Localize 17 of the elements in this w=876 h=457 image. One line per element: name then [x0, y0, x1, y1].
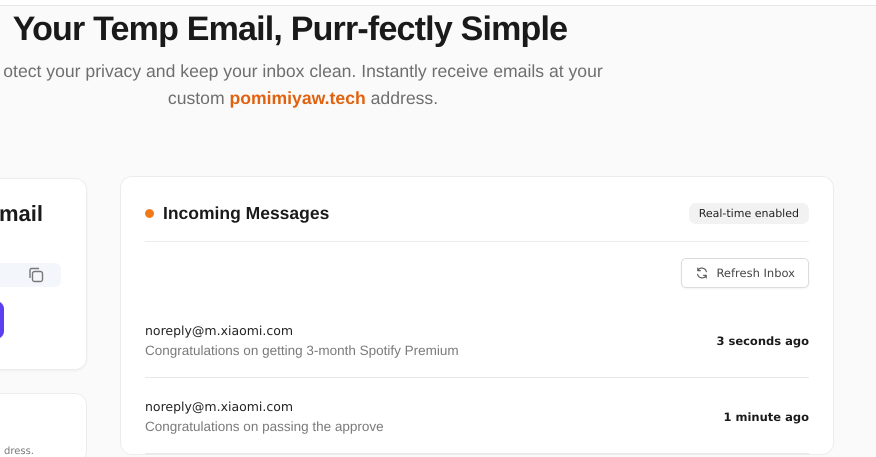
- message-subject: Congratulations on passing the approve: [145, 419, 384, 434]
- message-sender: noreply@m.xiaomi.com: [145, 399, 294, 414]
- page-title: Your Temp Email, Purr-fectly Simple: [12, 9, 568, 50]
- page-subtitle: otect your privacy and keep your inbox clean. Instantly receive emails at your custom pomimiyaw.tech address.: [2, 60, 604, 110]
- message-sender: noreply@m.xiaomi.com: [145, 323, 294, 338]
- refresh-button[interactable]: Refresh Inbox: [681, 258, 809, 288]
- message-row[interactable]: noreply@m.xiaomi.com Congratulations on passing the approve 1 minute ago: [145, 378, 809, 454]
- message-time: 1 minute ago: [724, 410, 809, 424]
- message-time: 3 seconds ago: [716, 334, 809, 348]
- inbox-title: Incoming Messages: [163, 203, 330, 224]
- copy-icon[interactable]: [27, 266, 45, 284]
- message-row[interactable]: noreply@m.xiaomi.com Congratulations on getting 3-month Spotify Premium 3 seconds ago: [145, 302, 809, 378]
- refresh-icon: [695, 266, 710, 280]
- realtime-badge: Real-time enabled: [688, 203, 809, 224]
- info-text: dress.: [4, 446, 34, 457]
- card-title: mail: [0, 201, 43, 227]
- message-subject: Congratulations on getting 3-month Spotify Premium: [145, 343, 459, 358]
